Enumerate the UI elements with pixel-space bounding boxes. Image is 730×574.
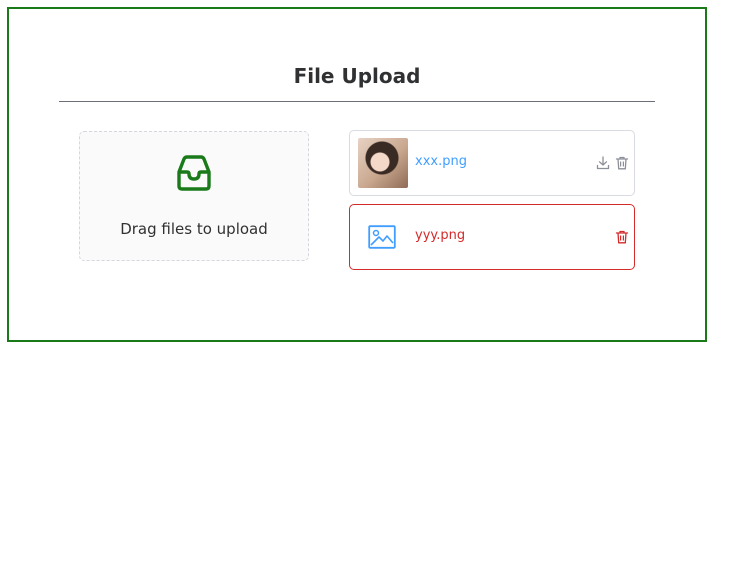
file-item-error[interactable]: yyy.png	[349, 204, 635, 270]
download-icon[interactable]	[595, 155, 611, 171]
image-placeholder-icon	[368, 225, 396, 249]
file-item-success[interactable]: xxx.png	[349, 130, 635, 196]
file-name[interactable]: xxx.png	[415, 154, 467, 169]
trash-icon[interactable]	[614, 229, 630, 245]
upload-dropzone[interactable]: Drag files to upload	[79, 131, 309, 261]
page-title: File Upload	[293, 64, 421, 88]
thumbnail-image	[358, 138, 408, 188]
upload-panel: File Upload Drag files to upload xxx.png	[7, 7, 707, 342]
inbox-icon	[177, 155, 211, 191]
trash-icon[interactable]	[614, 155, 630, 171]
file-thumbnail	[358, 138, 408, 188]
file-name[interactable]: yyy.png	[415, 228, 465, 243]
dropzone-hint: Drag files to upload	[120, 220, 268, 238]
title-divider	[59, 101, 655, 102]
